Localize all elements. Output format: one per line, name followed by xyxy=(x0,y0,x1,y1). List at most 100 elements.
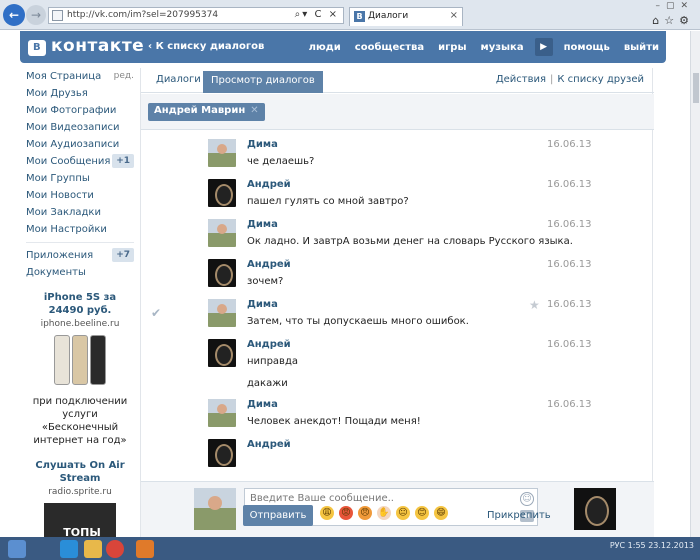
sidebar-item-friends[interactable]: Мои Друзья xyxy=(26,85,134,102)
message-author[interactable]: Андрей xyxy=(247,339,291,350)
chrome-taskbar-icon[interactable] xyxy=(106,540,124,558)
tab-dialogs[interactable]: Диалоги xyxy=(156,74,201,85)
browser-tab[interactable]: B Диалоги × xyxy=(349,7,463,26)
dialogs-tabs: Диалоги Просмотр диалогов Действия | К спи… xyxy=(141,68,654,93)
message-text: пашел гулять со мной завтро? xyxy=(247,196,409,207)
back-to-dialogs-link[interactable]: ‹ К списку диалогов xyxy=(148,41,264,52)
sidebar-item-messages[interactable]: Мои Сообщения +1 xyxy=(26,153,134,170)
radio-ad-image-text: ТОПЫ ЧАРТОВ xyxy=(63,526,101,537)
tab-view-dialogs[interactable]: Просмотр диалогов xyxy=(203,71,323,93)
message-avatar[interactable] xyxy=(208,339,236,367)
start-button[interactable] xyxy=(8,540,26,558)
sidebar-item-bookmarks[interactable]: Мои Закладки xyxy=(26,204,134,221)
left-sidebar: Моя Страница ред. Мои Друзья Мои Фотограф… xyxy=(26,68,134,537)
emoji-icon[interactable]: 😄 xyxy=(434,506,448,520)
chip-close-icon[interactable]: ✕ xyxy=(250,105,258,116)
message-avatar[interactable] xyxy=(208,399,236,427)
message-avatar[interactable] xyxy=(208,219,236,247)
message-author[interactable]: Андрей xyxy=(247,259,291,270)
emoji-icon[interactable]: 😠 xyxy=(358,506,372,520)
vk-header: Bконтакте ‹ К списку диалогов люди сообщ… xyxy=(20,31,666,63)
scrollbar-thumb[interactable] xyxy=(693,73,699,103)
emoji-icon[interactable]: 😐 xyxy=(396,506,410,520)
message-item[interactable]: Андрей xyxy=(141,439,654,475)
menu-music[interactable]: музыка xyxy=(474,42,531,53)
emoji-icon[interactable]: 😡 xyxy=(339,506,353,520)
message-author[interactable]: Андрей xyxy=(247,179,291,190)
menu-people[interactable]: люди xyxy=(302,42,348,53)
message-item[interactable]: Дима 16.06.13 че делаешь? xyxy=(141,139,654,175)
page-scrollbar[interactable] xyxy=(690,31,700,537)
ie-taskbar-icon[interactable] xyxy=(60,540,78,558)
sidebar-item-groups[interactable]: Мои Группы xyxy=(26,170,134,187)
vk-favicon-icon: B xyxy=(354,11,365,22)
emoji-icon[interactable]: ✋ xyxy=(377,506,391,520)
menu-communities[interactable]: сообщества xyxy=(348,42,431,53)
menu-games[interactable]: игры xyxy=(431,42,473,53)
back-arrow-icon[interactable]: ← xyxy=(3,4,25,26)
message-date: 16.06.13 xyxy=(547,259,592,270)
ad-domain: iphone.beeline.ru xyxy=(40,319,120,329)
sidebar-item-settings[interactable]: Мои Настройки xyxy=(26,221,134,238)
message-text: дакажи xyxy=(247,378,288,389)
message-author[interactable]: Андрей xyxy=(247,439,291,450)
checkmark-icon[interactable]: ✔ xyxy=(151,306,161,320)
attach-link[interactable]: Прикрепить xyxy=(487,510,551,521)
message-avatar[interactable] xyxy=(208,179,236,207)
message-author[interactable]: Дима xyxy=(247,219,278,230)
sidebar-item-my-page[interactable]: Моя Страница ред. xyxy=(26,68,134,85)
filter-row: Андрей Маврин ✕ xyxy=(141,94,654,130)
message-author[interactable]: Дима xyxy=(247,139,278,150)
menu-logout[interactable]: выйти xyxy=(617,42,666,53)
forward-arrow-icon[interactable]: → xyxy=(26,5,46,25)
message-avatar[interactable] xyxy=(208,299,236,327)
sidebar-item-documents[interactable]: Документы xyxy=(26,264,134,281)
message-item[interactable]: Дима 16.06.13 Человек анекдот! Пощади меня… xyxy=(141,399,654,435)
emoji-icon[interactable]: 😩 xyxy=(320,506,334,520)
sidebar-item-apps[interactable]: Приложения +7 xyxy=(26,247,134,264)
windows-taskbar: РУС 1:55 23.12.2013 xyxy=(0,537,700,560)
message-text: зочем? xyxy=(247,276,284,287)
emoji-icon[interactable]: 😊 xyxy=(415,506,429,520)
explorer-taskbar-icon[interactable] xyxy=(84,540,102,558)
message-avatar[interactable] xyxy=(208,139,236,167)
message-avatar[interactable] xyxy=(208,259,236,287)
filter-chip[interactable]: Андрей Маврин ✕ xyxy=(148,103,265,121)
ad-iphone[interactable]: iPhone 5S за 24490 руб. iphone.beeline.r… xyxy=(26,291,134,447)
system-tray[interactable]: РУС 1:55 23.12.2013 xyxy=(610,541,694,550)
app-taskbar-icon[interactable] xyxy=(136,540,154,558)
message-item[interactable]: Андрей 16.06.13 пашел гулять со мной завтр… xyxy=(141,179,654,215)
friends-list-link[interactable]: К списку друзей xyxy=(557,74,644,85)
emoji-row: 😩 😡 😠 ✋ 😐 😊 😄 xyxy=(320,506,453,520)
message-author[interactable]: Дима xyxy=(247,299,278,310)
window-controls[interactable]: –▢✕ xyxy=(655,1,694,11)
filter-chip-label: Андрей Маврин xyxy=(154,105,246,116)
sidebar-item-news[interactable]: Мои Новости xyxy=(26,187,134,204)
send-button[interactable]: Отправить xyxy=(243,505,313,526)
address-bar[interactable]: http://vk.com/im?sel=207995374 ⌕▾ C × xyxy=(48,7,344,24)
message-item[interactable]: ✔ Дима ★ 16.06.13 Затем, что ты допускаешь м… xyxy=(141,298,654,335)
ad-domain: radio.sprite.ru xyxy=(48,487,112,497)
menu-help[interactable]: помощь xyxy=(557,42,617,53)
clock-time: 1:55 xyxy=(627,541,646,550)
play-icon[interactable]: ▶ xyxy=(534,38,553,56)
message-item[interactable]: Андрей 16.06.13 ниправда дакажи xyxy=(141,339,654,395)
message-list: Дима 16.06.13 че делаешь? Андрей 16.06.13 паш… xyxy=(141,131,654,481)
sidebar-item-photos[interactable]: Мои Фотографии xyxy=(26,102,134,119)
vk-logo[interactable]: Bконтакте xyxy=(28,36,144,56)
ad-radio[interactable]: Слушать On Air Stream radio.sprite.ru ТО… xyxy=(26,459,134,537)
tab-close-icon[interactable]: × xyxy=(450,10,458,21)
language-indicator[interactable]: РУС xyxy=(610,541,625,550)
actions-link[interactable]: Действия xyxy=(496,74,546,85)
ad-title: iPhone 5S за 24490 руб. xyxy=(43,292,117,316)
message-item[interactable]: Андрей 16.06.13 зочем? xyxy=(141,259,654,295)
message-item[interactable]: Дима 16.06.13 Ок ладно. И завтрА возьми де… xyxy=(141,219,654,255)
sidebar-item-audio[interactable]: Мои Аудиозаписи xyxy=(26,136,134,153)
sidebar-item-videos[interactable]: Мои Видеозаписи xyxy=(26,119,134,136)
browser-toolbar-icons[interactable]: ⌂☆⚙ xyxy=(652,14,694,27)
address-tools-icons[interactable]: ⌕▾ C × xyxy=(295,9,339,20)
edit-link[interactable]: ред. xyxy=(114,68,134,85)
message-author[interactable]: Дима xyxy=(247,399,278,410)
star-icon[interactable]: ★ xyxy=(529,298,540,312)
message-avatar[interactable] xyxy=(208,439,236,467)
